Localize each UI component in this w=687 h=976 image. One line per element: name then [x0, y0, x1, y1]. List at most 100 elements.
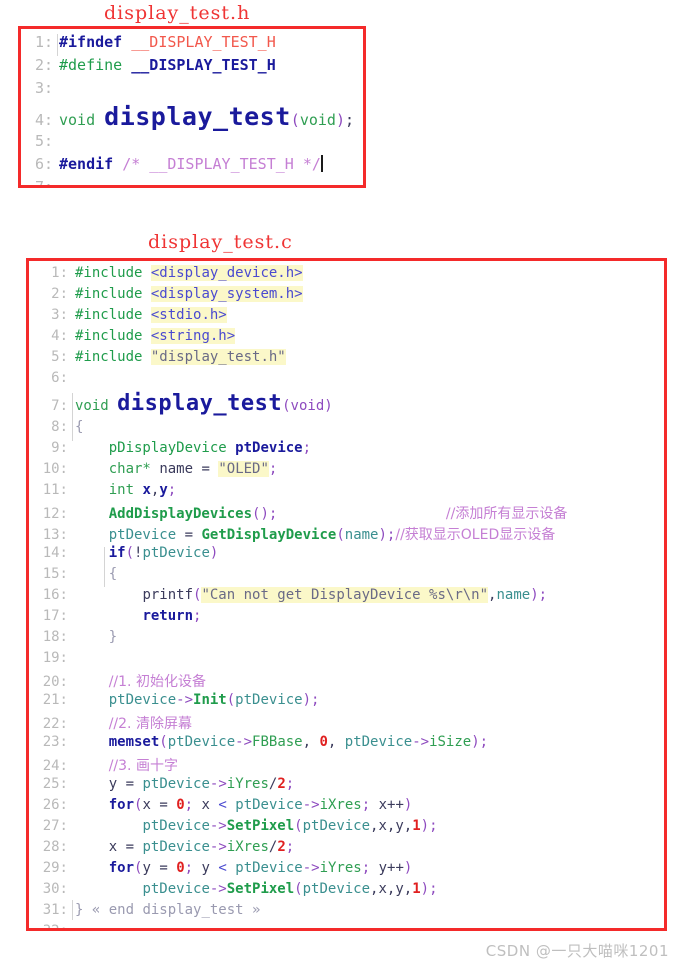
- fold-marker[interactable]: « end display_test »: [92, 902, 261, 918]
- paren-close: ): [420, 818, 430, 834]
- line-code: {: [72, 417, 84, 441]
- semicolon: ;: [193, 608, 202, 624]
- brace-open: {: [75, 419, 84, 435]
- line-code: memset(ptDevice->FBBase, 0, ptDevice->iS…: [75, 734, 488, 750]
- arrow-operator: ->: [412, 734, 430, 750]
- keyword-return: return: [142, 608, 194, 624]
- code-line: 15: {: [29, 565, 664, 587]
- line-number: 26:: [42, 797, 68, 813]
- header-file-lines: 1: #ifndef __DISPLAY_TEST_H 2: #define _…: [21, 29, 363, 188]
- variable-name: name: [159, 461, 194, 477]
- line-number: 28:: [42, 839, 68, 855]
- line-number: 17:: [42, 608, 68, 624]
- assign-operator: =: [159, 797, 168, 813]
- variable-y: y: [159, 482, 168, 498]
- line-code: #include <display_system.h>: [75, 286, 303, 302]
- variable-y: y: [142, 860, 151, 876]
- include-path: "display_test.h": [150, 349, 286, 365]
- macro-name: __DISPLAY_TEST_H: [131, 33, 276, 51]
- code-line: 6: #endif /* __DISPLAY_TEST_H */: [21, 155, 363, 178]
- preprocessor-endif: #endif: [59, 155, 114, 173]
- line-code: if(!ptDevice): [75, 545, 218, 567]
- semicolon: ;: [268, 461, 278, 477]
- preprocessor-include: #include: [75, 349, 143, 365]
- line-code: y = ptDevice->iYres/2;: [75, 776, 295, 792]
- indent-guide: [104, 547, 105, 567]
- code-line: 17: return;: [29, 608, 664, 629]
- paren-open: (: [294, 881, 303, 897]
- assign-operator: =: [201, 461, 210, 477]
- comma: ,: [302, 734, 320, 750]
- type-keyword: void: [75, 398, 109, 414]
- number-literal: 2: [277, 776, 286, 792]
- line-number: 10:: [42, 461, 68, 477]
- line-code: #include <display_device.h>: [75, 265, 303, 281]
- semicolon: ;: [167, 482, 177, 498]
- line-number: 7:: [34, 178, 53, 188]
- line-code: return;: [75, 608, 201, 624]
- indent-guide: [104, 565, 105, 587]
- line-number: 15:: [42, 566, 68, 582]
- variable-y: y: [395, 881, 404, 897]
- number-literal: 2: [277, 839, 286, 855]
- code-line: 1: #ifndef __DISPLAY_TEST_H: [21, 33, 363, 56]
- paren-close: ): [530, 587, 539, 603]
- semicolon: ;: [538, 587, 548, 603]
- parens: (): [252, 506, 269, 522]
- argument-name: name: [496, 587, 531, 603]
- code-line: 24: //3. 画十字: [29, 755, 664, 776]
- line-code: }: [75, 629, 117, 645]
- code-line: 13: ptDevice = GetDisplayDevice(name);//…: [29, 524, 664, 545]
- code-line: 3: #include <stdio.h>: [29, 307, 664, 328]
- variable-x: x: [378, 818, 387, 834]
- keyword-if: if: [108, 545, 126, 561]
- semicolon: ;: [479, 734, 489, 750]
- brace-open: {: [108, 566, 118, 582]
- comma: ,: [403, 881, 413, 897]
- paren-close: ): [335, 111, 345, 129]
- argument-name: ptDevice: [235, 692, 303, 708]
- function-call: SetPixel: [226, 881, 295, 897]
- function-call: memset: [108, 734, 160, 750]
- line-code: } « end display_test »: [72, 900, 261, 920]
- member-name: iYres: [226, 776, 269, 792]
- line-code: #endif /* __DISPLAY_TEST_H */: [59, 155, 323, 173]
- preprocessor-ifndef: #ifndef: [59, 33, 123, 51]
- source-file-title: display_test.c: [148, 231, 293, 253]
- line-number: 21:: [42, 692, 68, 708]
- increment-y: y++: [378, 860, 404, 876]
- arrow-operator: ->: [176, 692, 194, 708]
- paren-close: ): [403, 797, 413, 813]
- code-line: 26: for(x = 0; x < ptDevice->iXres; x++): [29, 797, 664, 818]
- brace-close: }: [75, 902, 84, 918]
- line-number: 3:: [51, 307, 68, 323]
- line-code: ptDevice->SetPixel(ptDevice,x,y,1);: [75, 881, 437, 897]
- variable-name: ptDevice: [344, 734, 413, 750]
- semicolon: ;: [361, 860, 371, 876]
- variable-name: ptDevice: [235, 440, 303, 456]
- line-code: ptDevice->Init(ptDevice);: [75, 692, 320, 708]
- line-number: 4:: [51, 328, 68, 344]
- comment: //添加所有显示设备: [445, 506, 568, 522]
- line-number: 2:: [51, 286, 68, 302]
- text-cursor[interactable]: [320, 155, 323, 172]
- arrow-operator: ->: [209, 881, 227, 897]
- number-literal: 0: [319, 734, 328, 750]
- code-line: 4: #include <string.h>: [29, 328, 664, 349]
- comma: ,: [327, 734, 345, 750]
- member-name: iYres: [319, 860, 362, 876]
- comment: //2. 清除屏幕: [108, 716, 192, 732]
- preprocessor-include: #include: [75, 328, 143, 344]
- keyword-for: for: [108, 797, 135, 813]
- line-code: //3. 画十字: [75, 755, 178, 775]
- code-line: 9: pDisplayDevice ptDevice;: [29, 440, 664, 461]
- variable-name: ptDevice: [142, 818, 210, 834]
- csdn-watermark: CSDN @一只大喵咪1201: [485, 942, 669, 960]
- comment: //获取显示OLED显示设备: [395, 527, 556, 543]
- assign-operator: =: [159, 860, 168, 876]
- line-number: 5:: [34, 132, 53, 150]
- variable-name: ptDevice: [108, 692, 177, 708]
- code-line: 4: void display_test(void);: [21, 102, 363, 132]
- variable-x: x: [108, 839, 118, 855]
- semicolon: ;: [361, 797, 371, 813]
